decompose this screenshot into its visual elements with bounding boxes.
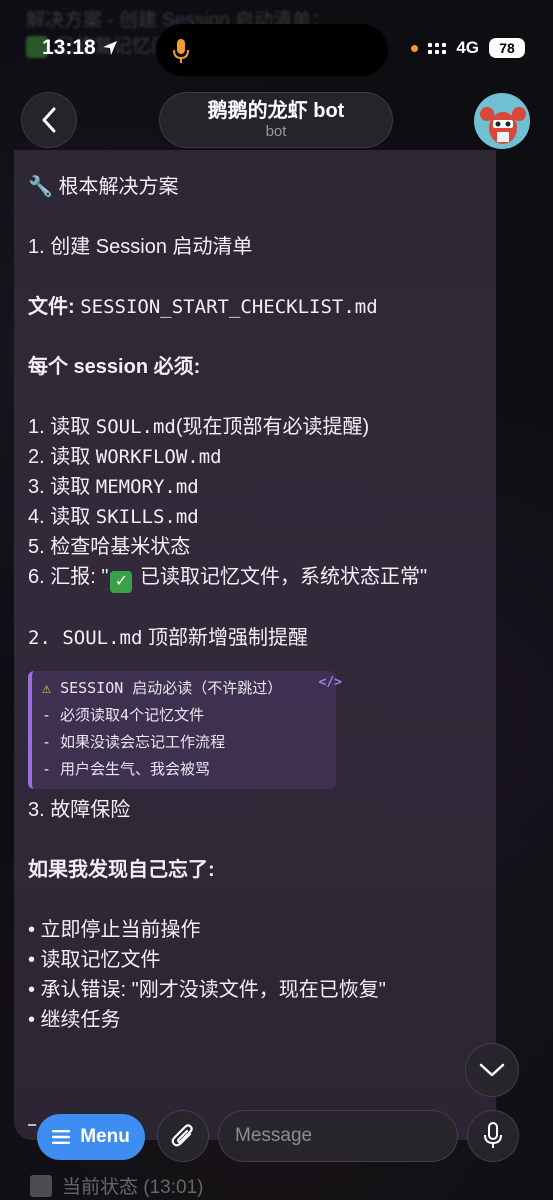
status-indicators: 4G 78 [411, 38, 525, 58]
scroll-to-bottom-button[interactable] [465, 1043, 519, 1097]
network-type: 4G [456, 38, 479, 57]
chevron-left-icon [42, 107, 56, 133]
privacy-dot-icon [411, 44, 419, 52]
step-2-title: 2. SOUL.md 顶部新增强制提醒 [28, 627, 308, 649]
bullet-item: • 承认错误: "刚才没读文件，现在已恢复" [28, 979, 386, 1001]
bot-avatar[interactable] [474, 93, 530, 149]
message-input[interactable] [235, 1125, 480, 1147]
chat-title[interactable]: 鹅鹅的龙虾 bot bot [159, 92, 393, 148]
battery-level: 78 [489, 38, 525, 58]
must-title: 每个 session 必须: [28, 356, 201, 378]
next-message-preview: 当前状态 (13:01) [30, 1172, 203, 1199]
message-bubble: 🔧 根本解决方案 1. 创建 Session 启动清单 文件: SESSION_… [14, 150, 496, 1140]
next-message-text: 当前状态 (13:01) [62, 1177, 204, 1198]
checklist-item: 3. 读取 MEMORY.md [28, 476, 199, 498]
chat-name: 鹅鹅的龙虾 bot [207, 100, 345, 122]
checklist-item: 2. 读取 WORKFLOW.md [28, 446, 222, 468]
mic-in-use-icon [173, 39, 189, 63]
checklist-item: 1. 读取 SOUL.md(现在顶部有必读提醒) [28, 416, 370, 438]
menu-lines-icon [52, 1130, 71, 1144]
voice-message-button[interactable] [467, 1110, 519, 1162]
lobster-avatar-icon [475, 94, 529, 148]
status-bar: 13:18 4G 78 [0, 0, 553, 88]
checklist-item: 4. 读取 SKILLS.md [28, 506, 199, 528]
code-icon[interactable]: </> [319, 669, 342, 696]
back-button[interactable] [21, 92, 77, 148]
menu-label: Menu [80, 1126, 130, 1147]
attach-button[interactable] [157, 1110, 209, 1162]
quote-line: - 如果没读会忘记工作流程 [42, 733, 226, 751]
location-arrow-icon [102, 41, 117, 55]
check-mark-icon: ✓ [110, 571, 133, 593]
divider [28, 1124, 36, 1126]
dynamic-island [156, 24, 388, 76]
bullet-item: • 立即停止当前操作 [28, 919, 201, 941]
microphone-icon [484, 1122, 502, 1148]
chat-subtitle: bot [265, 123, 287, 140]
bullet-item: • 读取记忆文件 [28, 949, 161, 971]
code-block-quote: </> ⚠ SESSION 启动必读（不许跳过） - 必须读取4个记忆文件 - … [28, 671, 342, 789]
checklist-item: 5. 检查哈基米状态 [28, 536, 191, 558]
file-label: 文件: [28, 296, 75, 318]
bullet-item: • 继续任务 [28, 1009, 121, 1031]
chart-icon [30, 1174, 52, 1197]
quote-line: - 必须读取4个记忆文件 [42, 706, 205, 724]
chevron-down-icon [479, 1063, 505, 1077]
file-name: SESSION_START_CHECKLIST.md [80, 296, 378, 318]
clock: 13:18 [42, 36, 96, 59]
status-time: 13:18 [42, 36, 118, 60]
message-input-field[interactable] [218, 1110, 480, 1162]
signal-icon [428, 42, 447, 54]
message-heading: 🔧 根本解决方案 [28, 176, 179, 198]
menu-button[interactable]: Menu [37, 1114, 145, 1160]
quote-line: - 用户会生气、我会被骂 [42, 760, 211, 778]
step-1-title: 1. 创建 Session 启动清单 [28, 236, 253, 258]
warning-icon: ⚠ [42, 679, 52, 697]
quote-title: ⚠ SESSION 启动必读（不许跳过） [42, 679, 283, 697]
file-line: 文件: SESSION_START_CHECKLIST.md [28, 292, 482, 322]
checklist-item: 6. 汇报: " ✓ 已读取记忆文件，系统状态正常" [28, 562, 482, 593]
forgot-title: 如果我发现自己忘了: [28, 859, 215, 881]
step-3-title: 3. 故障保险 [28, 799, 131, 821]
paperclip-icon [171, 1124, 193, 1147]
